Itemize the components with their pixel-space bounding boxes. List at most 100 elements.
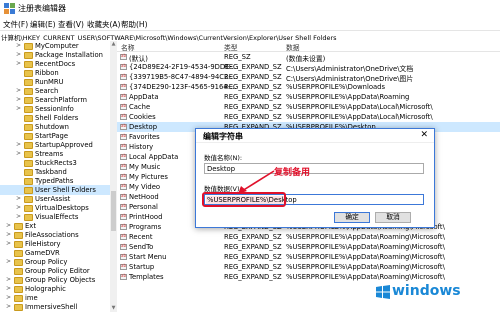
value-row[interactable]: SendTo REG_EXPAND_SZ %USERPROFILE%\AppData… xyxy=(117,242,500,252)
tree-item[interactable]: > ImmersiveShell xyxy=(0,302,110,312)
scroll-thumb[interactable] xyxy=(111,191,116,231)
expand-chevron-icon[interactable]: > xyxy=(16,60,21,67)
expand-chevron-icon[interactable]: > xyxy=(6,294,11,301)
expand-chevron-icon[interactable]: > xyxy=(6,276,11,283)
folder-icon xyxy=(24,205,33,212)
expand-chevron-icon[interactable]: > xyxy=(6,222,11,229)
tree-item-label: Shell Folders xyxy=(35,114,79,122)
value-name: AppData xyxy=(129,93,159,101)
string-value-icon xyxy=(120,103,127,110)
title-bar: 注册表编辑器 xyxy=(0,0,500,17)
header-name[interactable]: 名称 xyxy=(121,42,135,52)
folder-icon xyxy=(24,61,33,68)
dialog-title-bar: 编辑字符串 xyxy=(196,129,434,143)
value-name: Local AppData xyxy=(129,153,179,161)
value-row[interactable]: AppData REG_EXPAND_SZ %USERPROFILE%\AppDat… xyxy=(117,92,500,102)
expand-chevron-icon[interactable]: > xyxy=(6,258,11,265)
folder-icon xyxy=(24,106,33,113)
watermark-logo: windows xyxy=(376,283,500,308)
expand-chevron-icon[interactable]: > xyxy=(16,204,21,211)
tree-item-label: FileHistory xyxy=(25,240,61,248)
menu-view[interactable]: 查看(V) xyxy=(58,19,84,30)
tree-item-label: Streams xyxy=(35,150,64,158)
value-name: Recent xyxy=(129,233,153,241)
expand-chevron-icon[interactable]: > xyxy=(16,42,21,49)
expand-chevron-icon[interactable]: > xyxy=(16,195,21,202)
value-type: REG_SZ xyxy=(224,53,251,61)
value-row[interactable]: {24D89E24-2F19-4534-9DDE-...REG_EXPAND_S… xyxy=(117,62,500,73)
value-name: PrintHood xyxy=(129,213,163,221)
expand-chevron-icon[interactable]: > xyxy=(16,51,21,58)
value-name: NetHood xyxy=(129,193,159,201)
expand-chevron-icon[interactable]: > xyxy=(16,87,21,94)
value-name: History xyxy=(129,143,154,151)
tree-item-label: VisualEffects xyxy=(35,213,79,221)
expand-chevron-icon[interactable]: > xyxy=(16,141,21,148)
scroll-down-icon[interactable]: ▼ xyxy=(110,305,117,312)
expand-chevron-icon[interactable]: > xyxy=(16,213,21,220)
string-value-icon xyxy=(120,213,127,220)
value-name-text: Desktop xyxy=(207,165,236,173)
value-name: Desktop xyxy=(129,123,158,131)
value-type: REG_EXPAND_SZ xyxy=(224,233,282,241)
expand-chevron-icon[interactable]: > xyxy=(16,96,21,103)
string-value-icon xyxy=(120,163,127,170)
folder-icon xyxy=(24,70,33,77)
folder-icon xyxy=(24,178,33,185)
value-row[interactable]: Cookies REG_EXPAND_SZ %USERPROFILE%\AppDat… xyxy=(117,112,500,122)
expand-chevron-icon[interactable]: > xyxy=(16,105,21,112)
string-value-icon xyxy=(120,223,127,230)
header-type[interactable]: 类型 xyxy=(224,42,238,52)
dialog-title: 编辑字符串 xyxy=(203,132,243,141)
value-type: REG_EXPAND_SZ xyxy=(224,113,282,121)
tree-item-label: Group Policy xyxy=(25,258,68,266)
ok-button[interactable]: 确定 xyxy=(334,212,370,223)
tree-item-label: Taskband xyxy=(35,168,67,176)
tree-item-label: RunMRU xyxy=(35,78,64,86)
tree-item-label: Ext xyxy=(25,222,36,230)
folder-icon xyxy=(24,142,33,149)
tree-item-label: Group Policy Objects xyxy=(25,276,96,284)
tree-item-label: RecentDocs xyxy=(35,60,76,68)
value-data: %USERPROFILE%\AppData\Roaming\Microsoft\ xyxy=(286,263,445,271)
menu-edit[interactable]: 编辑(E) xyxy=(30,19,56,30)
expand-chevron-icon[interactable]: > xyxy=(6,303,11,310)
menu-file[interactable]: 文件(F) xyxy=(3,19,28,30)
expand-chevron-icon[interactable]: > xyxy=(6,240,11,247)
value-type: REG_EXPAND_SZ xyxy=(224,243,282,251)
string-value-icon xyxy=(120,93,127,100)
expand-chevron-icon[interactable]: > xyxy=(6,285,11,292)
menu-help[interactable]: 帮助(H) xyxy=(121,19,148,30)
folder-icon xyxy=(24,88,33,95)
value-row[interactable]: (默认)REG_SZ(数值未设置) xyxy=(117,52,500,63)
cancel-button[interactable]: 取消 xyxy=(375,212,411,223)
value-name: Programs xyxy=(129,223,162,231)
string-value-icon xyxy=(120,243,127,250)
expand-chevron-icon[interactable]: > xyxy=(16,150,21,157)
tree-scrollbar[interactable]: ▲ ▼ xyxy=(110,41,117,312)
folder-icon xyxy=(24,214,33,221)
value-row[interactable]: {339719B5-8C47-4894-94C2-...REG_EXPAND_S… xyxy=(117,72,500,83)
value-row[interactable]: {374DE290-123F-4565-9164-...REG_EXPAND_S… xyxy=(117,82,500,92)
value-type: REG_EXPAND_SZ xyxy=(224,83,282,91)
value-name-label: 数值名称(N): xyxy=(204,154,243,162)
folder-icon xyxy=(24,79,33,86)
value-name: My Music xyxy=(129,163,161,171)
expand-chevron-icon[interactable]: > xyxy=(6,231,11,238)
value-row[interactable]: Templates REG_EXPAND_SZ %USERPROFILE%\AppD… xyxy=(117,272,500,282)
key-tree[interactable]: > MyComputer > Package Installation > RecentD… xyxy=(0,41,110,312)
folder-icon xyxy=(14,295,23,302)
value-row[interactable]: Start Menu REG_EXPAND_SZ %USERPROFILE%\App… xyxy=(117,252,500,262)
close-icon[interactable]: ✕ xyxy=(420,130,428,140)
value-row[interactable]: Cache REG_EXPAND_SZ %USERPROFILE%\AppData\… xyxy=(117,102,500,112)
folder-icon xyxy=(24,124,33,131)
header-data[interactable]: 数据 xyxy=(286,42,300,52)
value-row[interactable]: Startup REG_EXPAND_SZ %USERPROFILE%\AppDat… xyxy=(117,262,500,272)
scroll-up-icon[interactable]: ▲ xyxy=(110,41,117,48)
value-name: Start Menu xyxy=(129,253,167,261)
value-row[interactable]: Recent REG_EXPAND_SZ %USERPROFILE%\AppData… xyxy=(117,232,500,242)
value-type: REG_EXPAND_SZ xyxy=(224,273,282,281)
menu-favorites[interactable]: 收藏夹(A) xyxy=(87,19,120,30)
watermark-main: windows xyxy=(392,283,461,299)
folder-icon xyxy=(14,241,23,248)
